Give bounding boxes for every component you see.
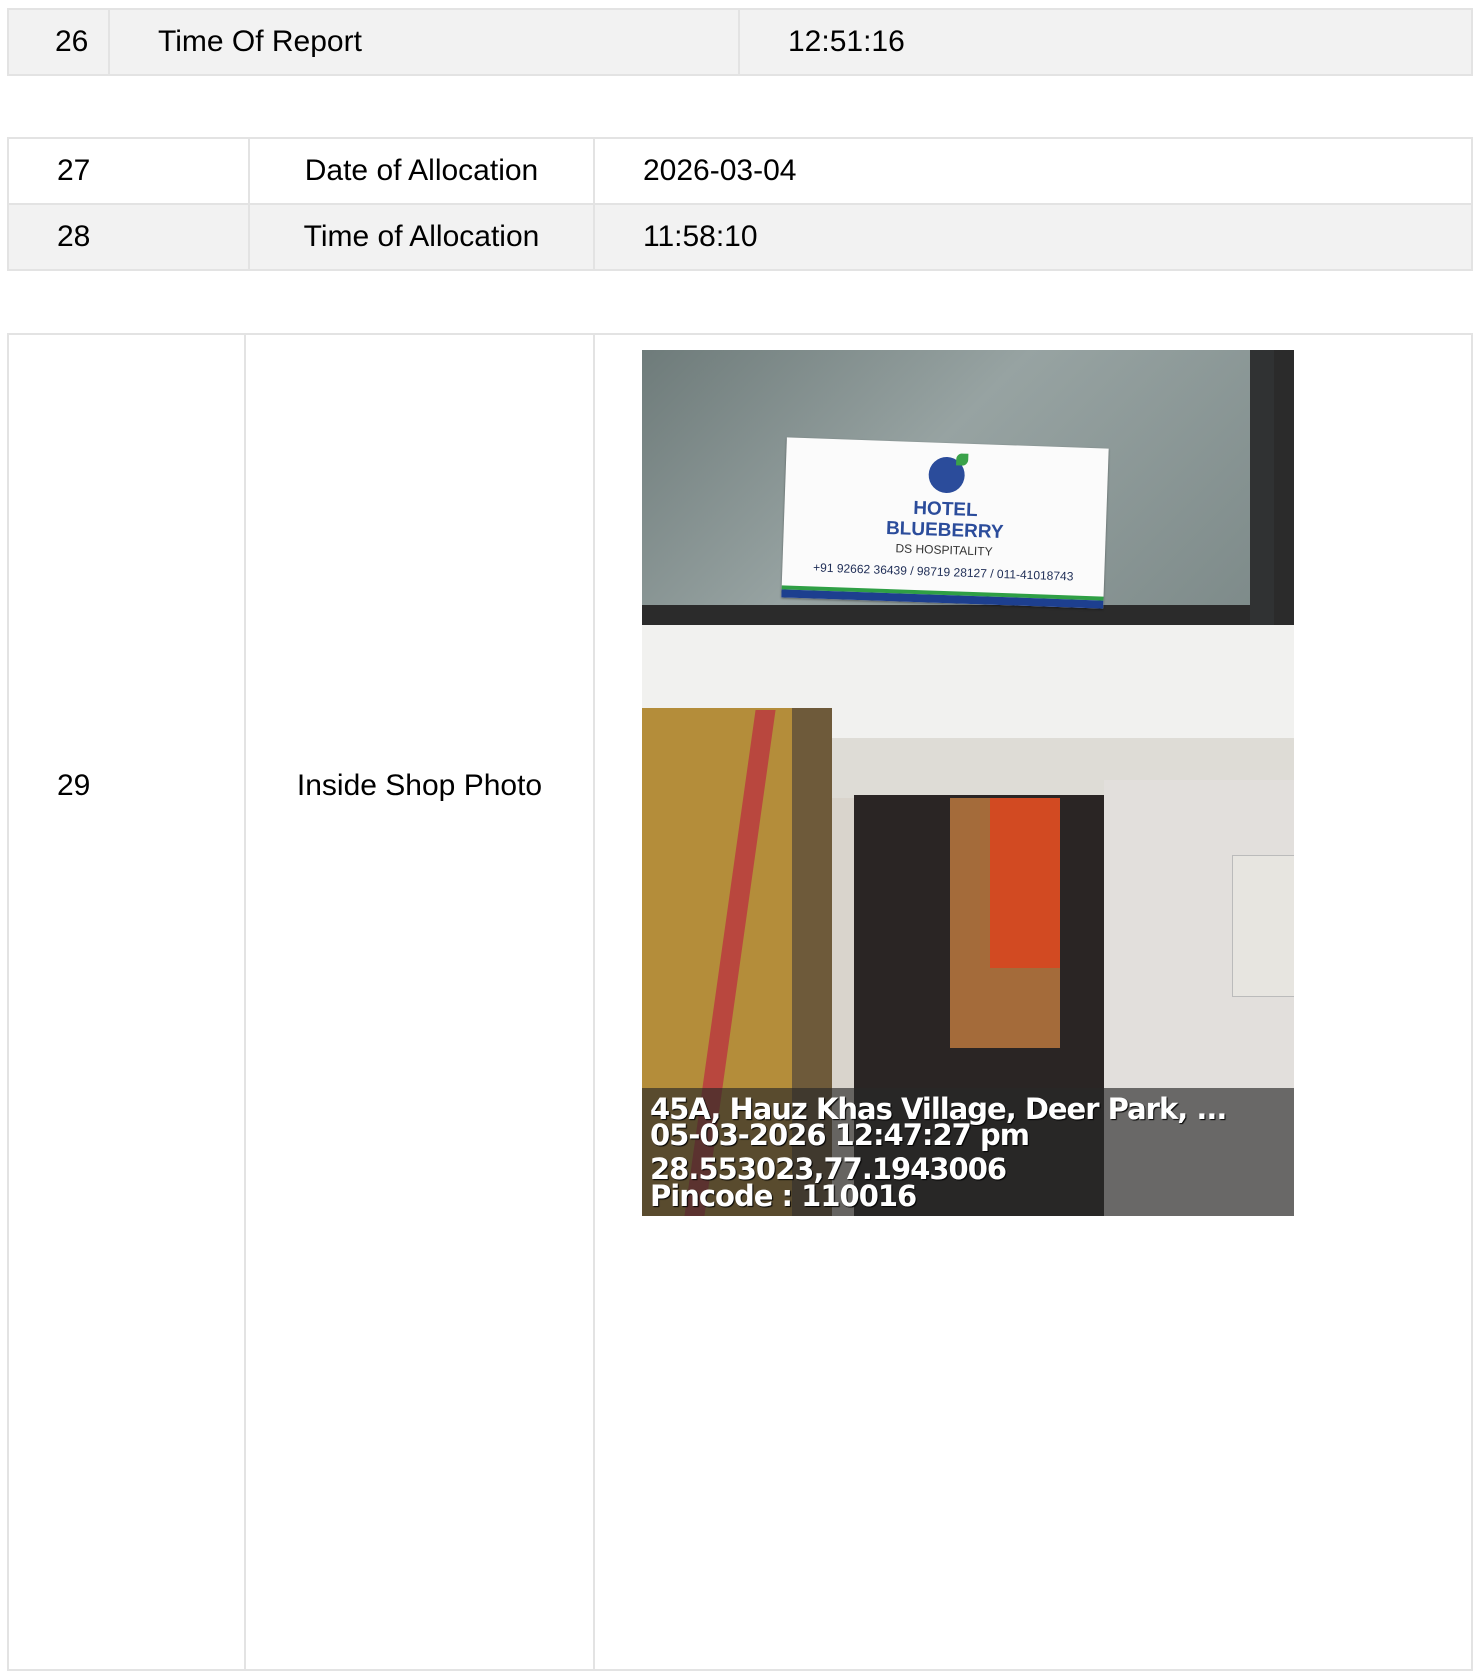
photo-caption-overlay: 45A, Hauz Khas Village, Deer Park, ... 0… xyxy=(642,1088,1294,1216)
caption-datetime: 05-03-2026 12:47:27 pm xyxy=(650,1118,1030,1152)
photo-window-frame xyxy=(1250,350,1274,640)
row-value: 2026-03-04 xyxy=(593,137,1473,205)
table-row: 28 Time of Allocation 11:58:10 xyxy=(7,203,1473,271)
leaf-icon xyxy=(956,453,969,466)
row-number: 29 xyxy=(7,333,246,1671)
row-number: 26 xyxy=(7,8,110,76)
row-label: Time Of Report xyxy=(108,8,740,76)
row-number: 27 xyxy=(7,137,250,205)
caption-pincode: Pincode : 110016 xyxy=(650,1179,917,1213)
photo-switchboard xyxy=(1232,855,1294,997)
row-label: Date of Allocation xyxy=(248,137,595,205)
row-value: 11:58:10 xyxy=(593,203,1473,271)
photo-door-glass xyxy=(990,798,1060,968)
report-time-table: 26 Time Of Report 12:51:16 xyxy=(7,8,1473,76)
hotel-sign: HOTEL BLUEBERRY DS HOSPITALITY +91 92662… xyxy=(781,437,1109,609)
row-label: Time of Allocation xyxy=(248,203,595,271)
row-value: 12:51:16 xyxy=(738,8,1473,76)
table-row: 27 Date of Allocation 2026-03-04 xyxy=(7,137,1473,205)
row-number: 28 xyxy=(7,203,250,271)
allocation-table: 27 Date of Allocation 2026-03-04 28 Time… xyxy=(7,137,1473,271)
table-row: 26 Time Of Report 12:51:16 xyxy=(7,8,1473,76)
inside-shop-photo[interactable]: HOTEL BLUEBERRY DS HOSPITALITY +91 92662… xyxy=(642,350,1294,1216)
row-label: Inside Shop Photo xyxy=(244,333,595,1671)
sign-phones: +91 92662 36439 / 98719 28127 / 011-4101… xyxy=(812,560,1074,584)
